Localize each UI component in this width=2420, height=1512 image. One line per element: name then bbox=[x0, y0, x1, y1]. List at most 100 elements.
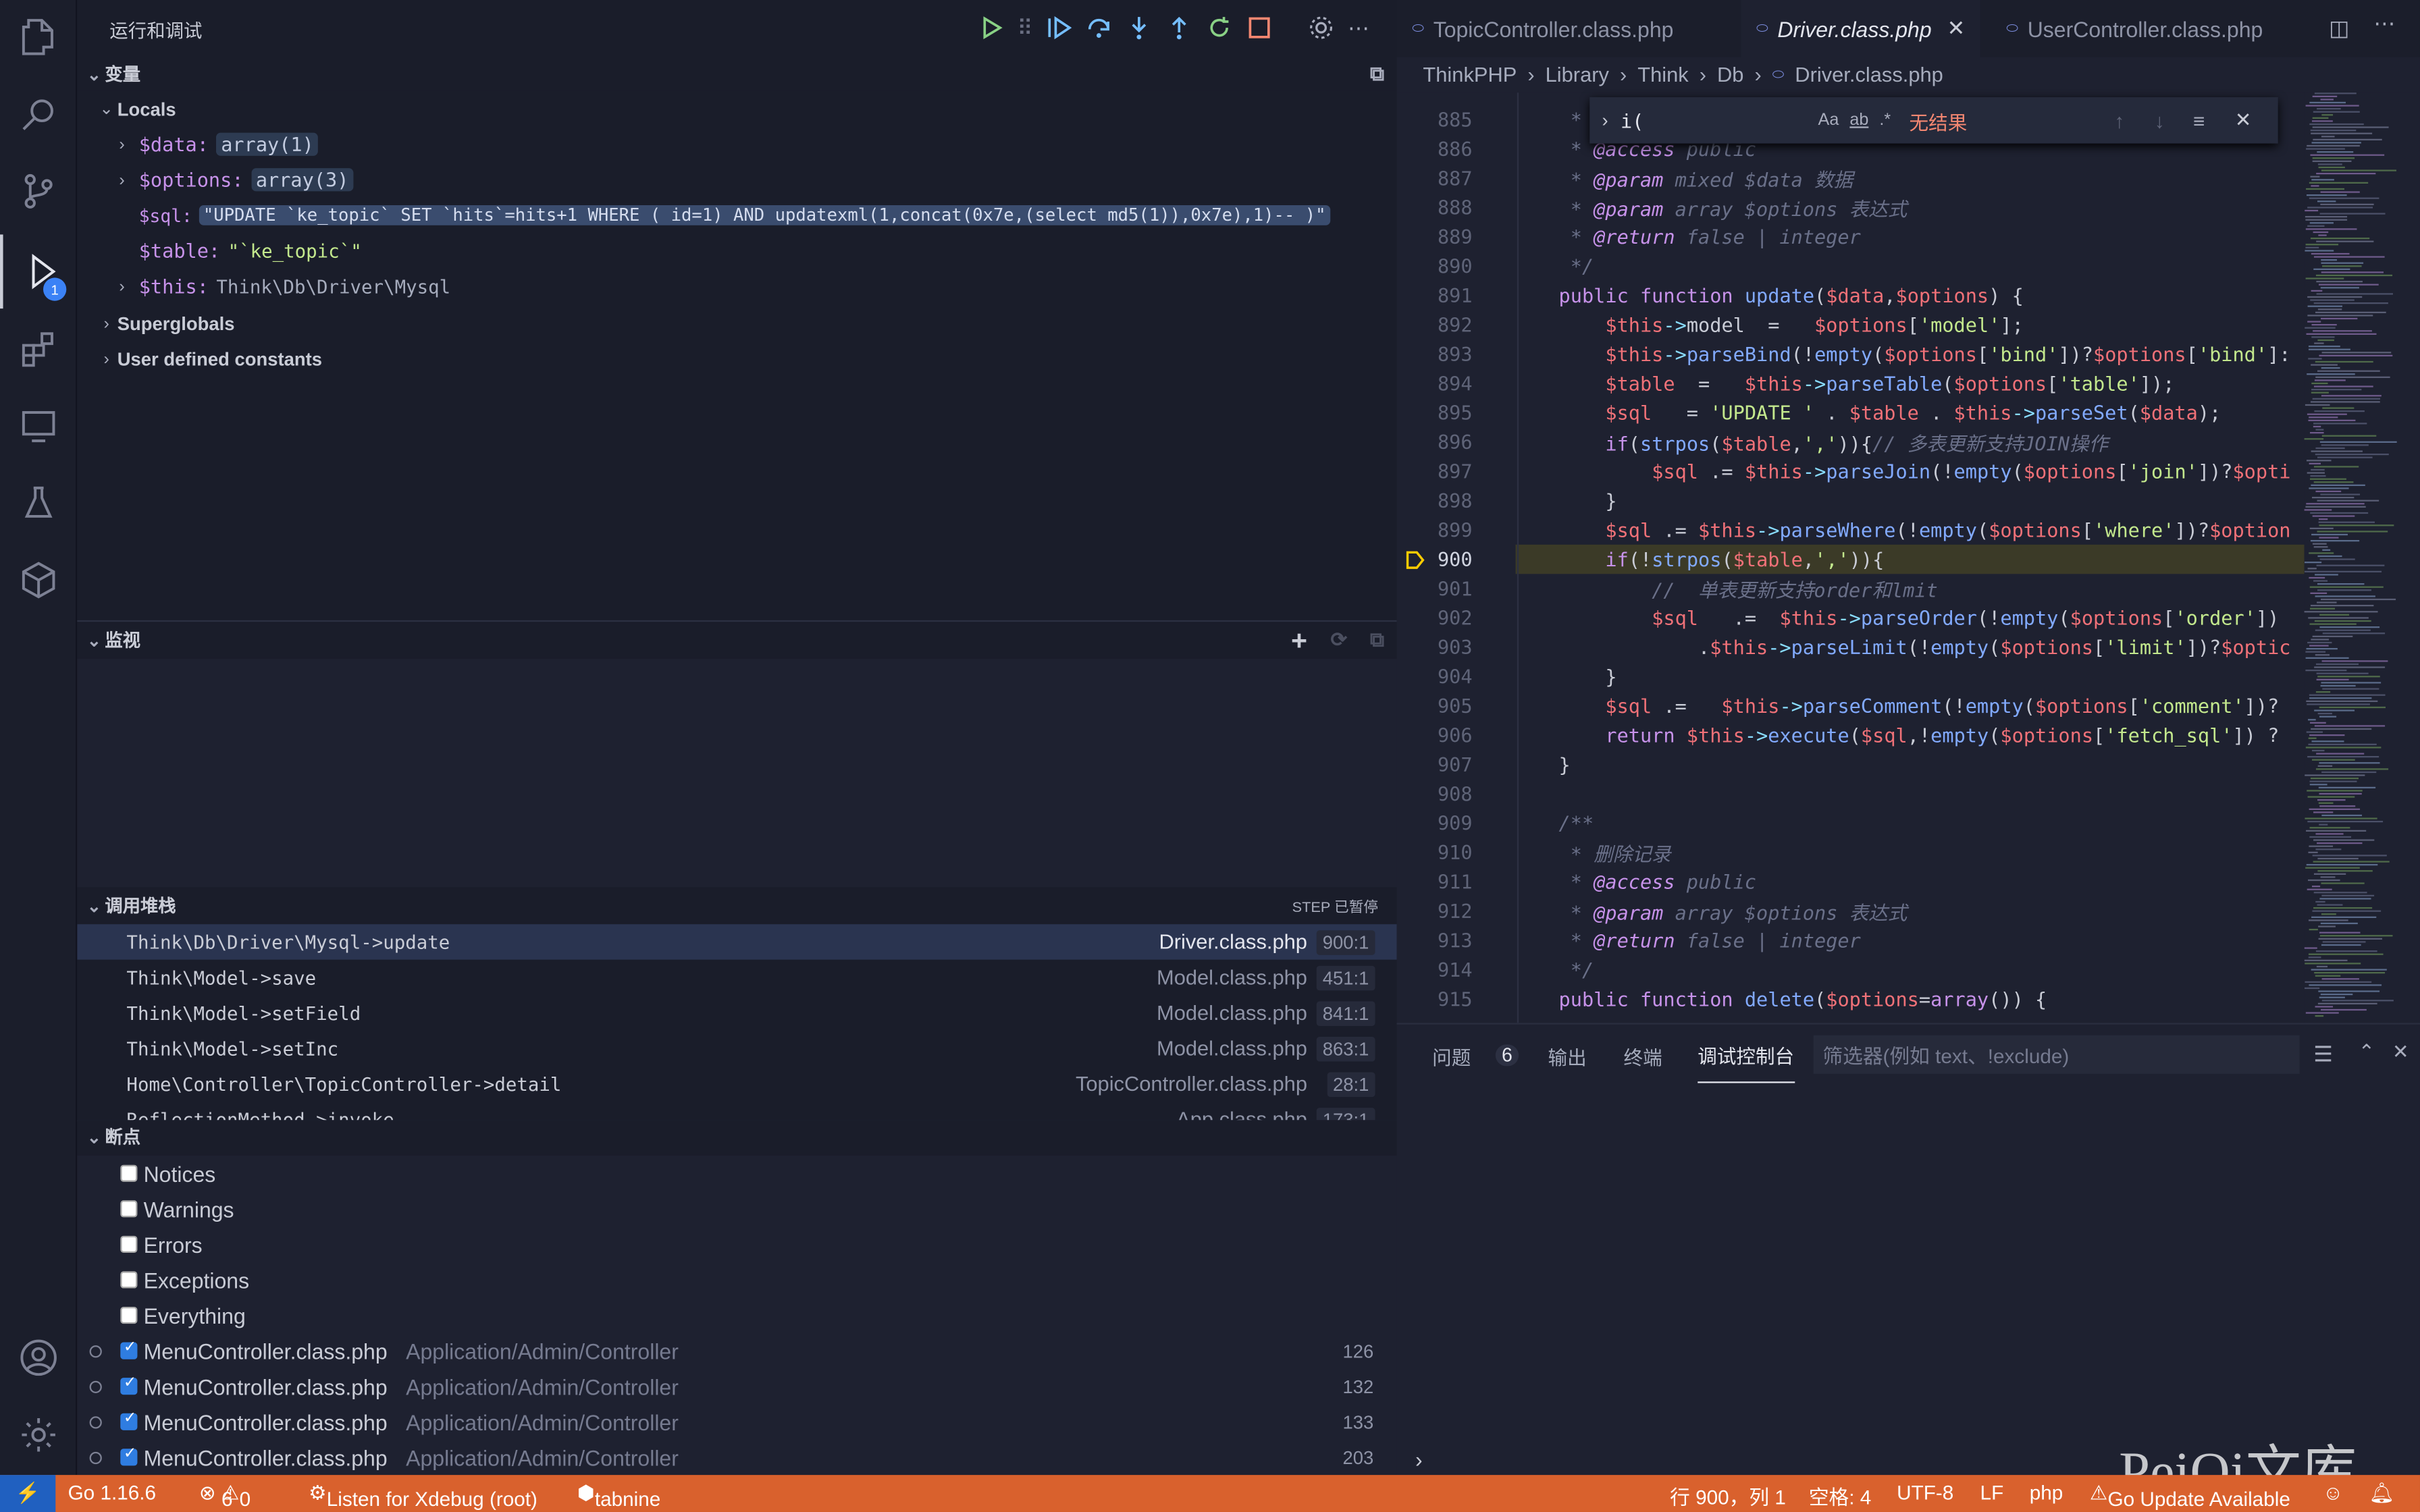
code-line[interactable]: 897 $sql .= $this->parseJoin(!empty($opt… bbox=[1397, 457, 2305, 486]
line-ending[interactable]: LF bbox=[1980, 1481, 2004, 1504]
code-line[interactable]: 913 * @return false | integer bbox=[1397, 925, 2305, 954]
code-line[interactable]: 907} bbox=[1397, 750, 2305, 779]
explorer-icon[interactable] bbox=[0, 0, 77, 74]
exception-breakpoint[interactable]: Warnings bbox=[77, 1191, 1396, 1227]
find-input[interactable]: i( bbox=[1621, 109, 1806, 132]
variables-section-header[interactable]: ⌄ 变量 ⧉ bbox=[77, 57, 1397, 91]
language-mode[interactable]: php bbox=[2030, 1481, 2063, 1504]
callstack-frame[interactable]: Home\Controller\TopicController->detail T… bbox=[77, 1066, 1396, 1102]
indentation[interactable]: 空格: 4 bbox=[1809, 1481, 1871, 1510]
code-editor[interactable]: 885 * > i(886 * @access public887 * @par… bbox=[1396, 92, 2305, 1023]
callstack-frame[interactable]: Think\Db\Driver\Mysql->update Driver.clas… bbox=[77, 924, 1397, 960]
superglobals-scope[interactable]: › Superglobals bbox=[96, 306, 234, 342]
whole-word-icon[interactable]: ab bbox=[1849, 111, 1868, 130]
code-line[interactable]: 895 $sql = 'UPDATE ' . $table . $this->p… bbox=[1397, 398, 2305, 427]
more-actions-icon[interactable]: ⋯ bbox=[1348, 15, 1369, 41]
search-icon[interactable] bbox=[0, 77, 77, 151]
debug-pointer-icon[interactable] bbox=[1404, 549, 1426, 576]
breakpoint-checkbox[interactable] bbox=[120, 1375, 138, 1395]
code-line[interactable]: 899 $sql .= $this->parseWhere(!empty($op… bbox=[1397, 515, 2305, 544]
breakpoint-checkbox[interactable] bbox=[120, 1446, 138, 1466]
code-line[interactable]: 891 public function update($data,$options… bbox=[1397, 281, 2305, 310]
tab-output[interactable]: 输出 bbox=[1548, 1025, 1587, 1086]
regex-icon[interactable]: .* bbox=[1879, 111, 1891, 130]
code-line[interactable]: 888 * @param array $options 表达式 bbox=[1397, 193, 2305, 222]
file-breakpoint[interactable]: MenuController.class.php Application/Admi… bbox=[77, 1333, 1396, 1369]
code-line[interactable]: 894 $table = $this->parseTable($options[… bbox=[1397, 369, 2305, 398]
code-line[interactable]: 914 */ bbox=[1397, 955, 2305, 984]
cursor-position[interactable]: 行 900，列 1 bbox=[1670, 1481, 1786, 1510]
breakpoint-checkbox[interactable] bbox=[120, 1339, 138, 1359]
code-line[interactable]: 889 * @return false | integer bbox=[1397, 222, 2305, 251]
encoding[interactable]: UTF-8 bbox=[1897, 1481, 1953, 1504]
settings-gear-icon[interactable] bbox=[0, 1398, 77, 1472]
locals-scope[interactable]: ⌄ Locals bbox=[96, 91, 176, 127]
var-table[interactable]: $table: "`ke_topic`" bbox=[139, 233, 362, 269]
crumb[interactable]: Think bbox=[1637, 63, 1688, 86]
callstack-frame[interactable]: Think\Model->save Model.class.php 451:1 bbox=[77, 960, 1396, 996]
tab-terminal[interactable]: 终端 bbox=[1624, 1025, 1662, 1086]
code-line[interactable]: 900 if(!strpos($table,',')){ bbox=[1438, 544, 2305, 574]
file-breakpoint[interactable]: MenuController.class.php Application/Admi… bbox=[77, 1368, 1396, 1404]
tab-topiccontroller[interactable]: ⬭ TopicController.class.php bbox=[1397, 0, 1689, 57]
tab-driver[interactable]: ⬭ Driver.class.php ✕ bbox=[1741, 0, 1981, 57]
crumb[interactable]: Db bbox=[1717, 63, 1743, 86]
var-sql[interactable]: $sql: "UPDATE `ke_topic` SET `hits`=hits+… bbox=[139, 198, 1331, 234]
refresh-watch-icon[interactable]: ⟳ bbox=[1330, 628, 1347, 653]
crumb[interactable]: Driver.class.php bbox=[1795, 63, 1943, 86]
stop-icon[interactable] bbox=[1246, 14, 1273, 42]
breakpoint-checkbox[interactable] bbox=[120, 1235, 138, 1253]
run-debug-icon[interactable]: 1 bbox=[0, 234, 77, 309]
crumb[interactable]: ThinkPHP bbox=[1423, 63, 1517, 86]
code-line[interactable]: 912 * @param array $options 表达式 bbox=[1397, 896, 2305, 925]
callstack-section-header[interactable]: ⌄ 调用堆栈 STEP 已暂停 bbox=[77, 888, 1397, 923]
tab-problems[interactable]: 问题 6 bbox=[1432, 1025, 1519, 1086]
var-data[interactable]: › $data: array(1) bbox=[111, 126, 319, 162]
code-line[interactable]: 902 $sql .= $this->parseOrder(!empty($op… bbox=[1397, 603, 2305, 632]
problems-indicator[interactable]: ⊗ 6 ⚠ 0 bbox=[199, 1481, 251, 1510]
code-line[interactable]: 909 /** bbox=[1397, 809, 2305, 838]
remote-explorer-icon[interactable] bbox=[0, 389, 77, 463]
callstack-frame[interactable]: Think\Model->setField Model.class.php 841:… bbox=[77, 995, 1396, 1031]
code-line[interactable]: 910 * 删除记录 bbox=[1397, 838, 2305, 867]
callstack-frame[interactable]: Think\Model->setInc Model.class.php 863:1 bbox=[77, 1031, 1396, 1066]
breakpoint-checkbox[interactable] bbox=[120, 1271, 138, 1289]
breakpoint-checkbox[interactable] bbox=[120, 1306, 138, 1324]
close-panel-icon[interactable]: ✕ bbox=[2392, 1040, 2409, 1065]
collapse-watch-icon[interactable]: ⧉ bbox=[1370, 628, 1384, 653]
restart-icon[interactable] bbox=[1206, 14, 1234, 42]
account-icon[interactable] bbox=[0, 1321, 77, 1395]
continue-debug-icon[interactable] bbox=[1045, 14, 1073, 42]
code-line[interactable]: 890 */ bbox=[1397, 252, 2305, 281]
code-line[interactable]: 896 if(strpos($table,',')){// 多表更新支持JOIN… bbox=[1397, 427, 2305, 456]
constants-scope[interactable]: › User defined constants bbox=[96, 341, 322, 377]
code-line[interactable]: 893 $this->parseBind(!empty($options['bi… bbox=[1397, 340, 2305, 369]
code-line[interactable]: 887 * @param mixed $data 数据 bbox=[1397, 163, 2305, 192]
watch-section-header[interactable]: ⌄ 监视 + ⟳ ⧉ bbox=[77, 623, 1397, 657]
add-watch-icon[interactable]: + bbox=[1291, 624, 1307, 657]
feedback-icon[interactable]: ☺ bbox=[2323, 1481, 2343, 1504]
notifications-icon[interactable]: 🔔︎ bbox=[2369, 1481, 2395, 1506]
step-over-icon[interactable] bbox=[1085, 14, 1113, 42]
editor-more-icon[interactable]: ⋯ bbox=[2373, 11, 2395, 37]
previous-match-icon[interactable]: ↑ bbox=[2114, 109, 2124, 132]
find-in-selection-icon[interactable]: ≡ bbox=[2193, 109, 2205, 132]
toolbar-drag-handle[interactable]: ⠿ bbox=[1017, 15, 1032, 41]
source-control-icon[interactable] bbox=[0, 155, 77, 229]
code-line[interactable]: 908 bbox=[1397, 779, 2305, 808]
file-breakpoint[interactable]: MenuController.class.php Application/Admi… bbox=[77, 1440, 1396, 1476]
exception-breakpoint[interactable]: Notices bbox=[77, 1156, 1396, 1191]
code-line[interactable]: 904 } bbox=[1397, 662, 2305, 691]
var-this[interactable]: › $this: Think\Db\Driver\Mysql bbox=[111, 269, 450, 304]
filter-input[interactable]: 筛选器(例如 text、!exclude) bbox=[1813, 1035, 2300, 1074]
toggle-replace-icon[interactable]: › bbox=[1602, 109, 1608, 131]
match-case-icon[interactable]: Aa bbox=[1818, 111, 1839, 130]
close-find-icon[interactable]: ✕ bbox=[2235, 108, 2252, 133]
continue-icon[interactable] bbox=[977, 14, 1005, 42]
code-line[interactable]: 911 * @access public bbox=[1397, 867, 2305, 896]
breakpoint-checkbox[interactable] bbox=[120, 1410, 138, 1430]
split-editor-icon[interactable]: ◫ bbox=[2329, 16, 2349, 42]
next-match-icon[interactable]: ↓ bbox=[2155, 109, 2165, 132]
crumb[interactable]: Library bbox=[1546, 63, 1609, 86]
step-out-icon[interactable] bbox=[1165, 14, 1193, 42]
